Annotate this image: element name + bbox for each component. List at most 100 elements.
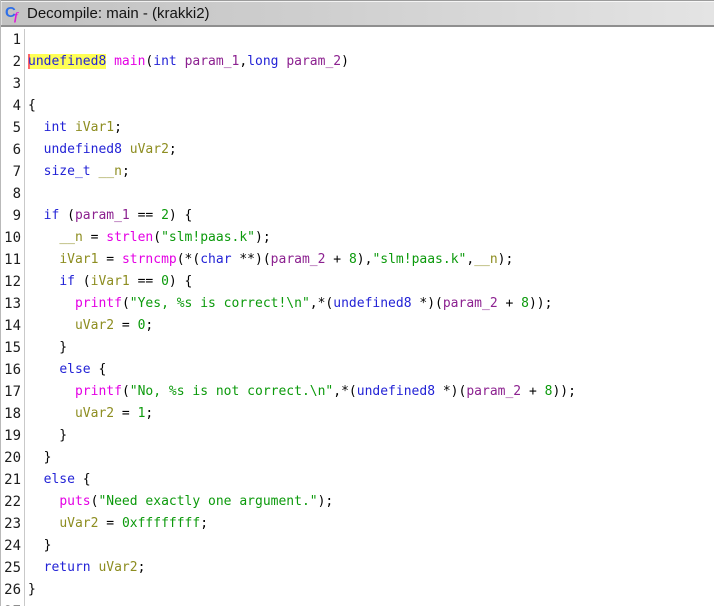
- code-line-content[interactable]: }: [25, 535, 51, 557]
- code-token[interactable]: (: [75, 274, 91, 289]
- code-token[interactable]: "No, %s is not correct.\n": [130, 384, 334, 399]
- code-token[interactable]: );: [498, 252, 514, 267]
- code-line-content[interactable]: if (iVar1 == 0) {: [25, 271, 192, 293]
- code-token[interactable]: ;: [145, 318, 153, 333]
- code-token[interactable]: =: [114, 318, 137, 333]
- code-token[interactable]: ;: [169, 142, 177, 157]
- code-token[interactable]: );: [255, 230, 271, 245]
- code-token[interactable]: 0: [161, 274, 169, 289]
- code-token[interactable]: iVar1: [59, 252, 98, 267]
- code-token[interactable]: iVar1: [75, 120, 114, 135]
- code-line-content[interactable]: if (param_1 == 2) {: [25, 205, 192, 227]
- code-token[interactable]: ==: [130, 274, 161, 289]
- code-token[interactable]: ));: [529, 296, 552, 311]
- code-token[interactable]: "Need exactly one argument.": [98, 494, 317, 509]
- code-token[interactable]: [67, 120, 75, 135]
- code-token[interactable]: size_t: [44, 164, 91, 179]
- code-token[interactable]: [122, 142, 130, 157]
- code-token[interactable]: uVar2: [98, 560, 137, 575]
- code-token[interactable]: param_1: [185, 54, 240, 69]
- code-token[interactable]: "slm!paas.k": [161, 230, 255, 245]
- code-token[interactable]: __n: [59, 230, 82, 245]
- code-token[interactable]: undefined8: [357, 384, 435, 399]
- code-token[interactable]: uVar2: [75, 406, 114, 421]
- code-token[interactable]: if: [44, 208, 60, 223]
- code-token[interactable]: __n: [474, 252, 497, 267]
- code-token[interactable]: ): [341, 54, 349, 69]
- code-token[interactable]: 8: [521, 296, 529, 311]
- code-token[interactable]: =: [83, 230, 106, 245]
- code-line-content[interactable]: }: [25, 579, 36, 601]
- code-line-content[interactable]: return uVar2;: [25, 557, 145, 579]
- code-line-content[interactable]: int iVar1;: [25, 117, 122, 139]
- code-line-content[interactable]: else {: [25, 469, 91, 491]
- code-token[interactable]: int: [44, 120, 67, 135]
- code-token[interactable]: ;: [145, 406, 153, 421]
- code-token[interactable]: ));: [552, 384, 575, 399]
- decompiler-code-area[interactable]: 12undefined8 main(int param_1,long param…: [1, 27, 714, 606]
- code-line-content[interactable]: __n = strlen("slm!paas.k");: [25, 227, 271, 249]
- code-token[interactable]: iVar1: [91, 274, 130, 289]
- code-token[interactable]: [28, 230, 59, 245]
- code-token[interactable]: {: [91, 362, 107, 377]
- code-token[interactable]: int: [153, 54, 176, 69]
- code-token[interactable]: main: [114, 54, 145, 69]
- code-token[interactable]: +: [521, 384, 544, 399]
- code-token[interactable]: param_2: [271, 252, 326, 267]
- code-token[interactable]: }: [28, 428, 67, 443]
- code-token[interactable]: if: [59, 274, 75, 289]
- code-token[interactable]: }: [28, 340, 67, 355]
- code-token[interactable]: (: [59, 208, 75, 223]
- code-token[interactable]: [28, 208, 44, 223]
- code-token[interactable]: uVar2: [130, 142, 169, 157]
- code-token[interactable]: "Yes, %s is correct!\n": [130, 296, 310, 311]
- code-line-content[interactable]: undefined8 main(int param_1,long param_2…: [25, 51, 349, 73]
- code-token[interactable]: *)(: [435, 384, 466, 399]
- code-token[interactable]: =: [98, 252, 121, 267]
- code-line-content[interactable]: }: [25, 337, 67, 359]
- code-token[interactable]: param_1: [75, 208, 130, 223]
- code-token[interactable]: param_2: [466, 384, 521, 399]
- code-token[interactable]: [28, 472, 44, 487]
- code-token[interactable]: (: [122, 384, 130, 399]
- code-token[interactable]: [28, 164, 44, 179]
- code-token[interactable]: [28, 516, 59, 531]
- code-token[interactable]: );: [318, 494, 334, 509]
- code-token[interactable]: puts: [59, 494, 90, 509]
- code-token[interactable]: [177, 54, 185, 69]
- code-token[interactable]: ;: [200, 516, 208, 531]
- code-line-content[interactable]: iVar1 = strncmp(*(char **)(param_2 + 8),…: [25, 249, 513, 271]
- code-line-content[interactable]: puts("Need exactly one argument.");: [25, 491, 333, 513]
- code-token[interactable]: undefined8: [333, 296, 411, 311]
- code-token[interactable]: __n: [98, 164, 121, 179]
- code-token[interactable]: strlen: [106, 230, 153, 245]
- code-token[interactable]: +: [498, 296, 521, 311]
- code-line-content[interactable]: printf("Yes, %s is correct!\n",*(undefin…: [25, 293, 552, 315]
- code-token[interactable]: }: [28, 582, 36, 597]
- code-token[interactable]: [28, 318, 75, 333]
- code-token[interactable]: ,: [239, 54, 247, 69]
- code-token[interactable]: [28, 494, 59, 509]
- code-token[interactable]: }: [28, 538, 51, 553]
- code-token[interactable]: ) {: [169, 208, 192, 223]
- code-token[interactable]: printf: [75, 384, 122, 399]
- code-token[interactable]: ;: [138, 560, 146, 575]
- code-token[interactable]: (*(: [177, 252, 200, 267]
- code-token[interactable]: uVar2: [59, 516, 98, 531]
- code-token[interactable]: ,*(: [310, 296, 333, 311]
- code-line-content[interactable]: else {: [25, 359, 106, 381]
- code-line-content[interactable]: uVar2 = 0;: [25, 315, 153, 337]
- code-token[interactable]: long: [247, 54, 278, 69]
- code-line-content[interactable]: printf("No, %s is not correct.\n",*(unde…: [25, 381, 576, 403]
- code-token[interactable]: {: [75, 472, 91, 487]
- code-token[interactable]: (: [122, 296, 130, 311]
- code-line-content[interactable]: undefined8 uVar2;: [25, 139, 177, 161]
- code-token[interactable]: [28, 142, 44, 157]
- code-line-content[interactable]: [25, 29, 28, 51]
- code-token[interactable]: else: [59, 362, 90, 377]
- code-token[interactable]: (: [153, 230, 161, 245]
- code-token[interactable]: =: [98, 516, 121, 531]
- code-token[interactable]: [28, 296, 75, 311]
- code-token[interactable]: return: [44, 560, 91, 575]
- code-token[interactable]: **)(: [232, 252, 271, 267]
